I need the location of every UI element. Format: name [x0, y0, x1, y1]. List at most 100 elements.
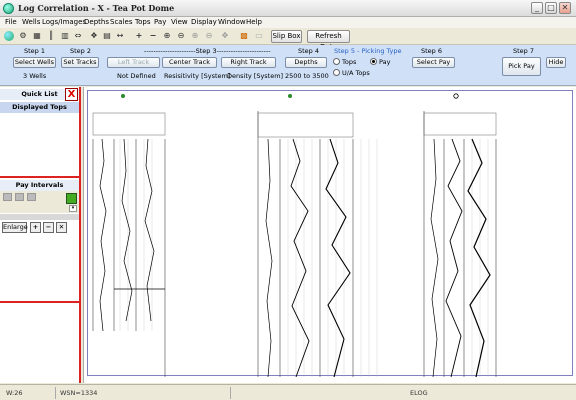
tops-radio[interactable]: [333, 58, 340, 65]
status-separator: [230, 387, 231, 399]
title-bar: Log Correlation - X - Tea Pot Dome _ □ ✕: [0, 0, 576, 17]
pay-radio-label: Pay: [379, 58, 391, 66]
pay-add-icon[interactable]: [66, 193, 77, 204]
left-panel: Quick List X Displayed Tops Pay Interval…: [0, 87, 81, 383]
zoom-out-icon[interactable]: ⊖: [176, 31, 186, 41]
toolbar: ⚙ ▦ ║ ▥ ⇔ ❖ ▤ ↔ + − ⊕ ⊖ ⊕ ⊖ ✥ ▩ ▭ Slip B…: [0, 28, 576, 51]
tools-icon[interactable]: ⚙: [18, 31, 28, 41]
hide-button[interactable]: Hide: [546, 57, 566, 68]
zoom-fit-icon[interactable]: ⊕: [190, 31, 200, 41]
divider: [0, 176, 79, 178]
log-display-area[interactable]: [83, 87, 576, 383]
menu-wells[interactable]: Wells: [22, 18, 40, 26]
app-globe-icon: [3, 3, 14, 14]
menu-window[interactable]: Window: [218, 18, 246, 26]
wells-icon[interactable]: ❖: [89, 31, 99, 41]
pick-pay-button[interactable]: Pick Pay: [502, 57, 541, 76]
menu-scales[interactable]: Scales: [110, 18, 132, 26]
enlarge-button[interactable]: Enlarge: [2, 222, 28, 233]
status-bar: W:26 WSN=1334 ELOG: [0, 384, 576, 400]
right-track-value: Density [System]: [227, 72, 284, 80]
bottom-divider: [0, 301, 79, 303]
minus-button[interactable]: −: [43, 222, 54, 233]
depths-button[interactable]: Depths: [285, 57, 327, 68]
pay-intervals-scrollbar[interactable]: [0, 214, 79, 220]
well-logs-svg: [92, 93, 497, 378]
step1-value: 3 Wells: [23, 72, 47, 80]
refresh-data-button[interactable]: Refresh Data: [307, 30, 350, 51]
step2-label: Step 2: [70, 47, 92, 55]
plus-button[interactable]: +: [30, 222, 41, 233]
menu-view[interactable]: View: [171, 18, 188, 26]
track-icon[interactable]: ║: [46, 31, 56, 41]
pay-icon-2[interactable]: [15, 193, 24, 201]
menu-pay[interactable]: Pay: [154, 18, 166, 26]
well-marker-1[interactable]: [121, 94, 125, 98]
menu-bar: File Wells Logs/Images Depths Scales Top…: [0, 17, 576, 28]
tops-radio-label: Tops: [342, 58, 357, 66]
print-icon[interactable]: ▭: [254, 31, 264, 41]
slip-box-button[interactable]: Slip Box: [271, 30, 302, 43]
right-track-button[interactable]: Right Track: [221, 57, 276, 68]
grid-icon[interactable]: ▦: [32, 31, 42, 41]
step4-value: 2500 to 3500: [285, 72, 329, 80]
zoom-reset-icon[interactable]: ⊖: [204, 31, 214, 41]
zoom-in-icon[interactable]: ⊕: [162, 31, 172, 41]
step3-label: ----------------------Step 3------------…: [144, 47, 271, 55]
minimize-button[interactable]: _: [531, 2, 543, 14]
expand-icon[interactable]: ↔: [115, 31, 125, 41]
maximize-button[interactable]: □: [545, 2, 557, 14]
menu-logs-images[interactable]: Logs/Images: [42, 18, 86, 26]
menu-depths[interactable]: Depths: [84, 18, 109, 26]
minus-icon[interactable]: −: [148, 31, 158, 41]
status-elog: ELOG: [410, 389, 428, 397]
ua-tops-radio[interactable]: [333, 69, 340, 76]
steps-panel: Step 1 Select Wells 3 Wells Step 2 Set T…: [0, 45, 576, 86]
dropdown-arrow-icon[interactable]: ▾: [69, 205, 77, 212]
displayed-tops-header: Displayed Tops: [0, 102, 79, 113]
well-marker-2[interactable]: [288, 94, 292, 98]
step4-label: Step 4: [298, 47, 320, 55]
pay-intervals-header: Pay Intervals: [0, 180, 79, 191]
pay-radio[interactable]: [370, 58, 377, 65]
center-track-button[interactable]: Center Track: [162, 57, 217, 68]
pay-icon-3[interactable]: [27, 193, 36, 201]
plus-icon[interactable]: +: [134, 31, 144, 41]
status-wsn: WSN=1334: [60, 389, 98, 397]
set-tracks-button[interactable]: Set Tracks: [61, 57, 99, 68]
tracks-icon[interactable]: ▥: [60, 31, 70, 41]
pay-intervals-list[interactable]: [0, 235, 79, 299]
displayed-tops-list[interactable]: [0, 114, 79, 174]
menu-file[interactable]: File: [5, 18, 17, 26]
ruler-icon[interactable]: ⇔: [73, 31, 83, 41]
menu-help[interactable]: Help: [246, 18, 262, 26]
well-marker-3[interactable]: [453, 93, 459, 99]
select-pay-button[interactable]: Select Pay: [412, 57, 455, 68]
log-grids: [119, 139, 489, 377]
log-header-2: [257, 112, 354, 138]
menu-tops[interactable]: Tops: [135, 18, 150, 26]
crossplot-icon[interactable]: ▩: [239, 31, 249, 41]
globe-icon[interactable]: [4, 31, 14, 41]
step6-label: Step 6: [421, 47, 443, 55]
pay-icon-1[interactable]: [3, 193, 12, 201]
log-curves: [99, 138, 491, 378]
close-button[interactable]: ✕: [559, 2, 571, 14]
step1-label: Step 1: [24, 47, 46, 55]
select-wells-button[interactable]: Select Wells: [13, 57, 56, 68]
correlation-frame: [87, 90, 573, 378]
window-title: Log Correlation - X - Tea Pot Dome: [18, 3, 175, 13]
menu-display[interactable]: Display: [191, 18, 217, 26]
log-header-3: [423, 112, 497, 136]
center-track-value: Resisitivity [System]: [164, 72, 231, 80]
pan-icon[interactable]: ✥: [220, 31, 230, 41]
pay-intervals-toolbar: ▾: [0, 191, 79, 213]
ua-tops-radio-label: U/A Tops: [342, 69, 370, 77]
quick-list-close-button[interactable]: X: [65, 88, 78, 101]
columns-icon[interactable]: ▤: [102, 31, 112, 41]
left-track-button[interactable]: Left Track: [107, 57, 160, 68]
log-header-1: [92, 112, 166, 136]
status-w: W:26: [6, 389, 23, 397]
step2-value: Not Defined: [117, 72, 156, 80]
remove-button[interactable]: ✕: [56, 222, 67, 233]
